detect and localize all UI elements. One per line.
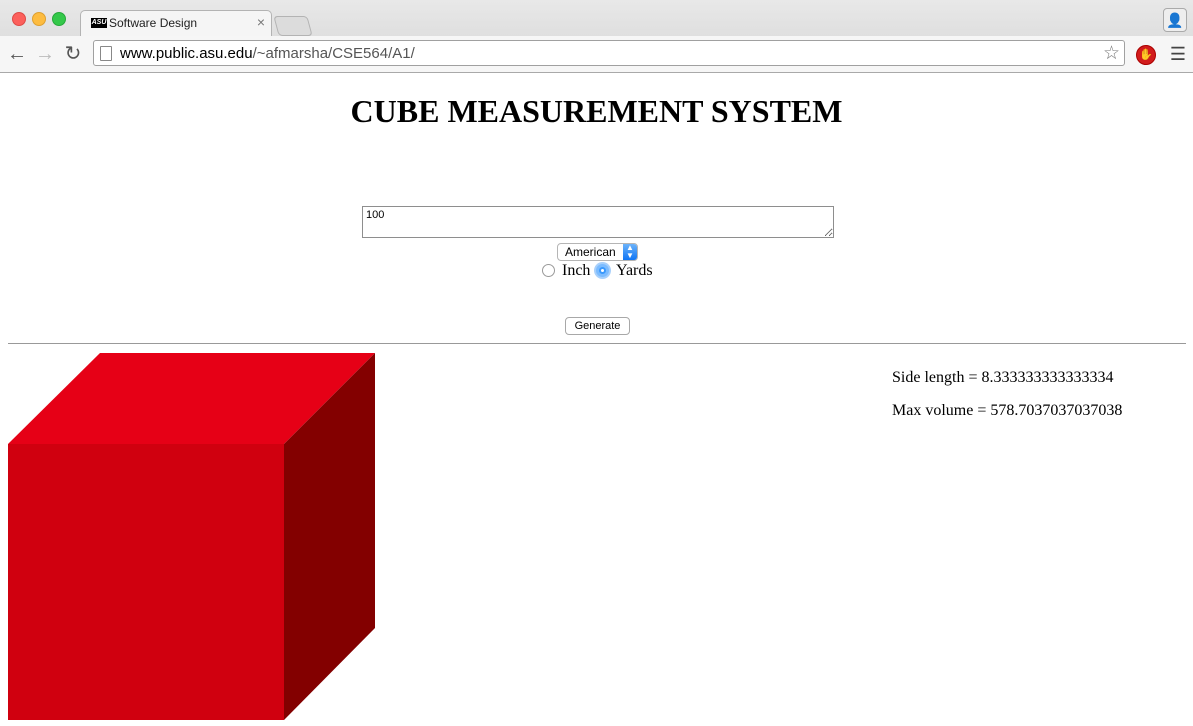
radio-yards[interactable] bbox=[596, 264, 609, 277]
browser-chrome: ASU Software Design × 👤 ← → ↻ www.public… bbox=[0, 0, 1193, 73]
url-path: /~afmarsha/CSE564/A1/ bbox=[252, 45, 415, 62]
url-host: www.public.asu.edu bbox=[120, 45, 253, 62]
bookmark-star-icon[interactable]: ☆ bbox=[1103, 42, 1120, 65]
tab-close-icon[interactable]: × bbox=[257, 14, 265, 30]
system-select-value: American bbox=[565, 245, 616, 259]
minimize-window-button[interactable] bbox=[32, 12, 46, 26]
cube-front-face bbox=[8, 444, 284, 720]
reload-icon[interactable]: ↻ bbox=[62, 42, 84, 66]
browser-toolbar: ← → ↻ www.public.asu.edu/~afmarsha/CSE56… bbox=[0, 36, 1193, 72]
page-title: CUBE MEASUREMENT SYSTEM bbox=[350, 93, 843, 129]
horizontal-divider bbox=[8, 343, 1186, 344]
max-volume-text: Max volume = 578.7037037037038 bbox=[892, 402, 1123, 419]
radio-yards-label: Yards bbox=[616, 262, 653, 279]
asu-favicon-icon: ASU bbox=[91, 18, 107, 28]
tab-title: Software Design bbox=[109, 16, 198, 30]
back-arrow-icon[interactable]: ← bbox=[6, 42, 28, 66]
close-window-button[interactable] bbox=[12, 12, 26, 26]
address-bar[interactable]: www.public.asu.edu/~afmarsha/CSE564/A1/ … bbox=[93, 40, 1125, 66]
forward-arrow-icon[interactable]: → bbox=[34, 42, 56, 66]
page-icon bbox=[100, 46, 112, 61]
measurement-system-select[interactable]: American ▲ ▼ bbox=[557, 243, 638, 261]
radio-inch[interactable] bbox=[542, 264, 555, 277]
url-text[interactable]: www.public.asu.edu/~afmarsha/CSE564/A1/ bbox=[120, 45, 415, 62]
extension-stop-icon[interactable]: ✋ bbox=[1136, 45, 1156, 65]
browser-menu-icon[interactable]: ☰ bbox=[1168, 44, 1188, 65]
results-panel: Side length = 8.333333333333334 Max volu… bbox=[892, 369, 1122, 435]
tab-strip: ASU Software Design × 👤 bbox=[0, 0, 1193, 37]
cube-graphic bbox=[8, 353, 375, 720]
maximize-window-button[interactable] bbox=[52, 12, 66, 26]
profile-icon[interactable]: 👤 bbox=[1163, 8, 1187, 32]
size-input[interactable]: 100 bbox=[362, 206, 834, 238]
side-length-text: Side length = 8.333333333333334 bbox=[892, 369, 1114, 386]
select-arrows-icon: ▲ ▼ bbox=[623, 244, 637, 260]
page-content: CUBE MEASUREMENT SYSTEM 100 American ▲ ▼ … bbox=[0, 73, 1193, 726]
browser-tab[interactable]: ASU Software Design × bbox=[80, 10, 272, 37]
generate-button[interactable]: Generate bbox=[565, 317, 630, 335]
new-tab-button[interactable] bbox=[273, 16, 313, 36]
radio-inch-label: Inch bbox=[562, 262, 591, 279]
